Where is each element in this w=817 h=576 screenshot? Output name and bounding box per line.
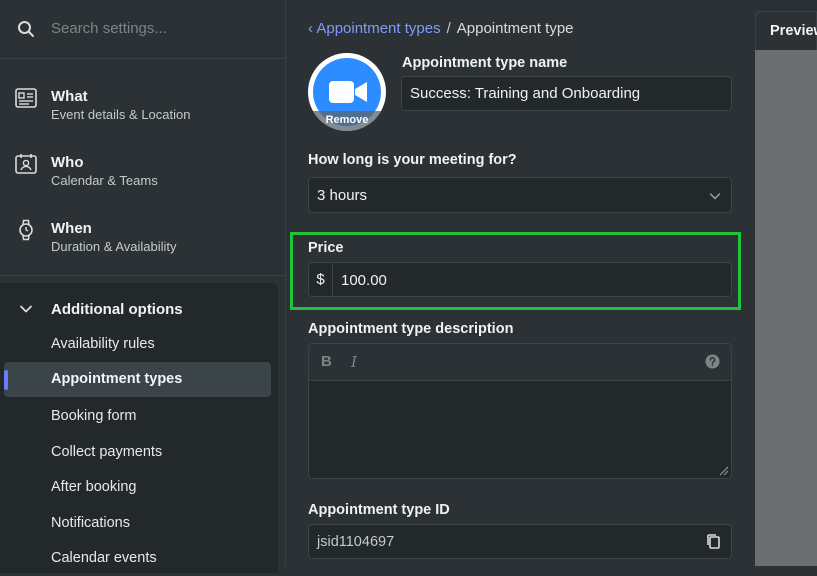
name-label: Appointment type name bbox=[402, 55, 568, 71]
breadcrumb-current: Appointment type bbox=[456, 20, 574, 37]
additional-options-section: Additional options Availability rules Ap… bbox=[0, 283, 278, 573]
italic-button[interactable]: I bbox=[351, 353, 357, 371]
editor-toolbar: B I bbox=[308, 343, 732, 380]
nav-item-subtitle: Calendar & Teams bbox=[51, 173, 158, 188]
nav-item-subtitle: Duration & Availability bbox=[51, 239, 177, 254]
resize-grip-icon[interactable] bbox=[719, 466, 729, 476]
currency-prefix: $ bbox=[309, 263, 333, 296]
search-bar[interactable]: Search settings... bbox=[0, 0, 285, 59]
remove-avatar-button[interactable]: Remove bbox=[308, 111, 386, 131]
id-label: Appointment type ID bbox=[308, 502, 450, 518]
breadcrumb-parent[interactable]: Appointment types bbox=[316, 20, 440, 37]
sidebar-item-label: After booking bbox=[51, 479, 137, 495]
sidebar-item-label: Availability rules bbox=[51, 336, 155, 352]
sidebar-item-booking-form[interactable]: Booking form bbox=[4, 399, 271, 434]
search-input[interactable]: Search settings... bbox=[51, 20, 167, 37]
preview-header: Preview bbox=[755, 11, 817, 50]
description-label: Appointment type description bbox=[308, 321, 514, 337]
breadcrumb-back-link[interactable]: ‹ Appointment types bbox=[308, 20, 441, 37]
appointment-type-form: ‹ Appointment types / Appointment type Rem… bbox=[286, 0, 754, 566]
name-value: Success: Training and Onboarding bbox=[410, 85, 641, 102]
active-indicator bbox=[4, 370, 8, 390]
watch-icon bbox=[19, 219, 33, 241]
nav-item-who[interactable]: Who Calendar & Teams bbox=[0, 134, 285, 200]
sidebar-item-after-booking[interactable]: After booking bbox=[4, 470, 271, 505]
breadcrumb-separator: / bbox=[446, 20, 451, 37]
breadcrumb: ‹ Appointment types / Appointment type bbox=[308, 20, 574, 37]
duration-label: How long is your meeting for? bbox=[308, 152, 517, 168]
appointment-avatar[interactable]: Remove bbox=[308, 53, 386, 131]
sidebar-item-label: Calendar events bbox=[51, 550, 157, 566]
nav-item-subtitle: Event details & Location bbox=[51, 107, 191, 122]
preview-panel: Preview bbox=[755, 11, 817, 566]
sidebar-item-calendar-events[interactable]: Calendar events bbox=[4, 541, 271, 576]
bold-button[interactable]: B bbox=[321, 353, 332, 370]
sidebar-item-label: Appointment types bbox=[51, 371, 183, 387]
price-label: Price bbox=[308, 240, 344, 256]
sidebar-item-label: Collect payments bbox=[51, 444, 163, 460]
help-icon[interactable] bbox=[705, 354, 720, 369]
id-card-icon bbox=[15, 88, 37, 108]
sidebar-divider bbox=[0, 275, 285, 276]
chevron-down-icon bbox=[709, 193, 721, 200]
sidebar-item-label: Booking form bbox=[51, 408, 137, 424]
contact-calendar-icon bbox=[15, 154, 37, 174]
name-input[interactable]: Success: Training and Onboarding bbox=[401, 76, 732, 111]
nav-item-when[interactable]: When Duration & Availability bbox=[0, 200, 285, 266]
price-input[interactable]: $ 100.00 bbox=[308, 262, 732, 297]
description-textarea[interactable] bbox=[308, 380, 732, 479]
sidebar-item-appointment-types[interactable]: Appointment types bbox=[4, 362, 271, 397]
sidebar-item-availability-rules[interactable]: Availability rules bbox=[4, 327, 271, 362]
search-icon bbox=[18, 21, 34, 37]
additional-options-title: Additional options bbox=[51, 301, 183, 318]
nav-item-title: Who bbox=[51, 154, 84, 171]
sidebar-item-label: Notifications bbox=[51, 515, 130, 531]
duration-value: 3 hours bbox=[317, 187, 368, 204]
copy-icon[interactable] bbox=[705, 533, 721, 550]
video-camera-icon bbox=[329, 81, 367, 103]
settings-sidebar: Search settings... What Event details & … bbox=[0, 0, 286, 573]
nav-item-title: When bbox=[51, 220, 92, 237]
id-value: jsid1104697 bbox=[317, 534, 395, 550]
duration-select[interactable]: 3 hours bbox=[308, 177, 732, 213]
nav-item-title: What bbox=[51, 88, 88, 105]
id-field[interactable]: jsid1104697 bbox=[308, 524, 732, 559]
chevron-down-icon bbox=[20, 305, 32, 313]
preview-title: Preview bbox=[770, 23, 817, 39]
sidebar-item-collect-payments[interactable]: Collect payments bbox=[4, 435, 271, 470]
sidebar-item-notifications[interactable]: Notifications bbox=[4, 506, 271, 541]
price-value: 100.00 bbox=[341, 272, 387, 289]
nav-item-what[interactable]: What Event details & Location bbox=[0, 68, 285, 134]
description-editor: B I bbox=[308, 343, 732, 479]
